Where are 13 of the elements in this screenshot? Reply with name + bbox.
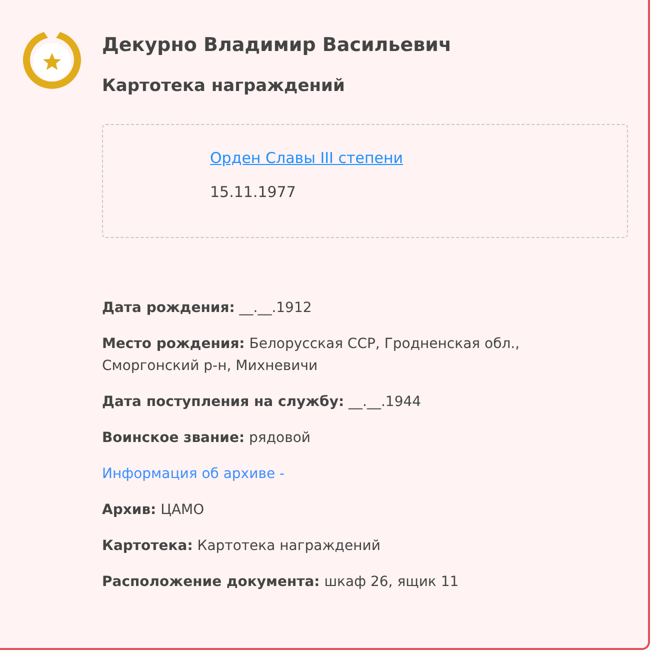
medal-icon [22, 30, 82, 90]
info-line: Дата рождения: __.__.1912 [102, 299, 313, 318]
person-name: Декурно Владимир Васильевич [102, 33, 452, 58]
award-date: 15.11.1977 [210, 182, 296, 203]
info-line: Архив: ЦАМО [102, 501, 206, 520]
award-link[interactable]: Орден Славы III степени [210, 147, 404, 169]
info-line: Место рождения: Белорусская ССР, Гродненская обл., Сморгонский р-н, Михневичи [102, 335, 521, 376]
info-line: Картотека: Картотека награждений [102, 537, 382, 556]
info-line: Расположение документа: шкаф 26, ящик 11 [102, 573, 460, 592]
info-line: Воинское звание: рядовой [102, 429, 312, 448]
info-line: Дата поступления на службу: __.__.1944 [102, 393, 422, 412]
archive-info-link[interactable]: Информация об архиве - [102, 463, 285, 485]
card-subtitle: Картотека награждений [102, 75, 346, 98]
